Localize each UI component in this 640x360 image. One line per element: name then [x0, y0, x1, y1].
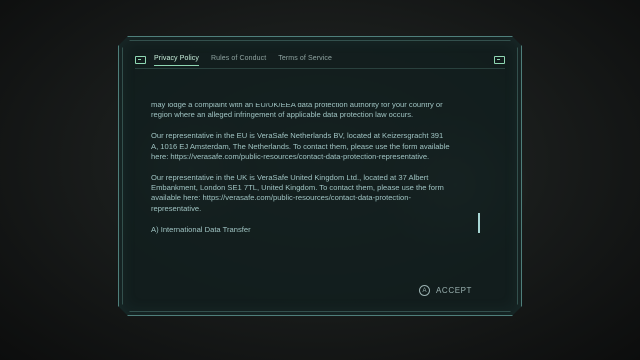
scrollbar-thumb[interactable] — [478, 213, 480, 233]
left-bumper-keyboard-icon[interactable] — [135, 56, 146, 64]
tab-rules-of-conduct[interactable]: Rules of Conduct — [211, 55, 266, 65]
tab-divider — [135, 68, 505, 69]
right-bumper-keyboard-icon[interactable] — [494, 56, 505, 64]
tab-terms-of-service[interactable]: Terms of Service — [278, 55, 332, 65]
policy-text-scroll-area[interactable]: may lodge a complaint with an EU/UK/EEA … — [151, 103, 451, 269]
policy-section-heading: A) International Data Transfer — [151, 224, 251, 234]
policy-paragraph: Our representative in the UK is VeraSafe… — [151, 173, 444, 213]
privacy-dialog: Privacy Policy Rules of Conduct Terms of… — [118, 36, 522, 316]
tab-privacy-policy[interactable]: Privacy Policy — [154, 55, 199, 66]
accept-button[interactable]: A ACCEPT — [419, 285, 472, 296]
accept-label: ACCEPT — [436, 286, 473, 295]
a-button-icon: A — [419, 285, 430, 296]
policy-paragraph: may lodge a complaint with an EU/UK/EEA … — [151, 103, 443, 120]
policy-paragraph: Our representative in the EU is VeraSafe… — [151, 131, 450, 161]
tab-bar: Privacy Policy Rules of Conduct Terms of… — [135, 53, 505, 67]
